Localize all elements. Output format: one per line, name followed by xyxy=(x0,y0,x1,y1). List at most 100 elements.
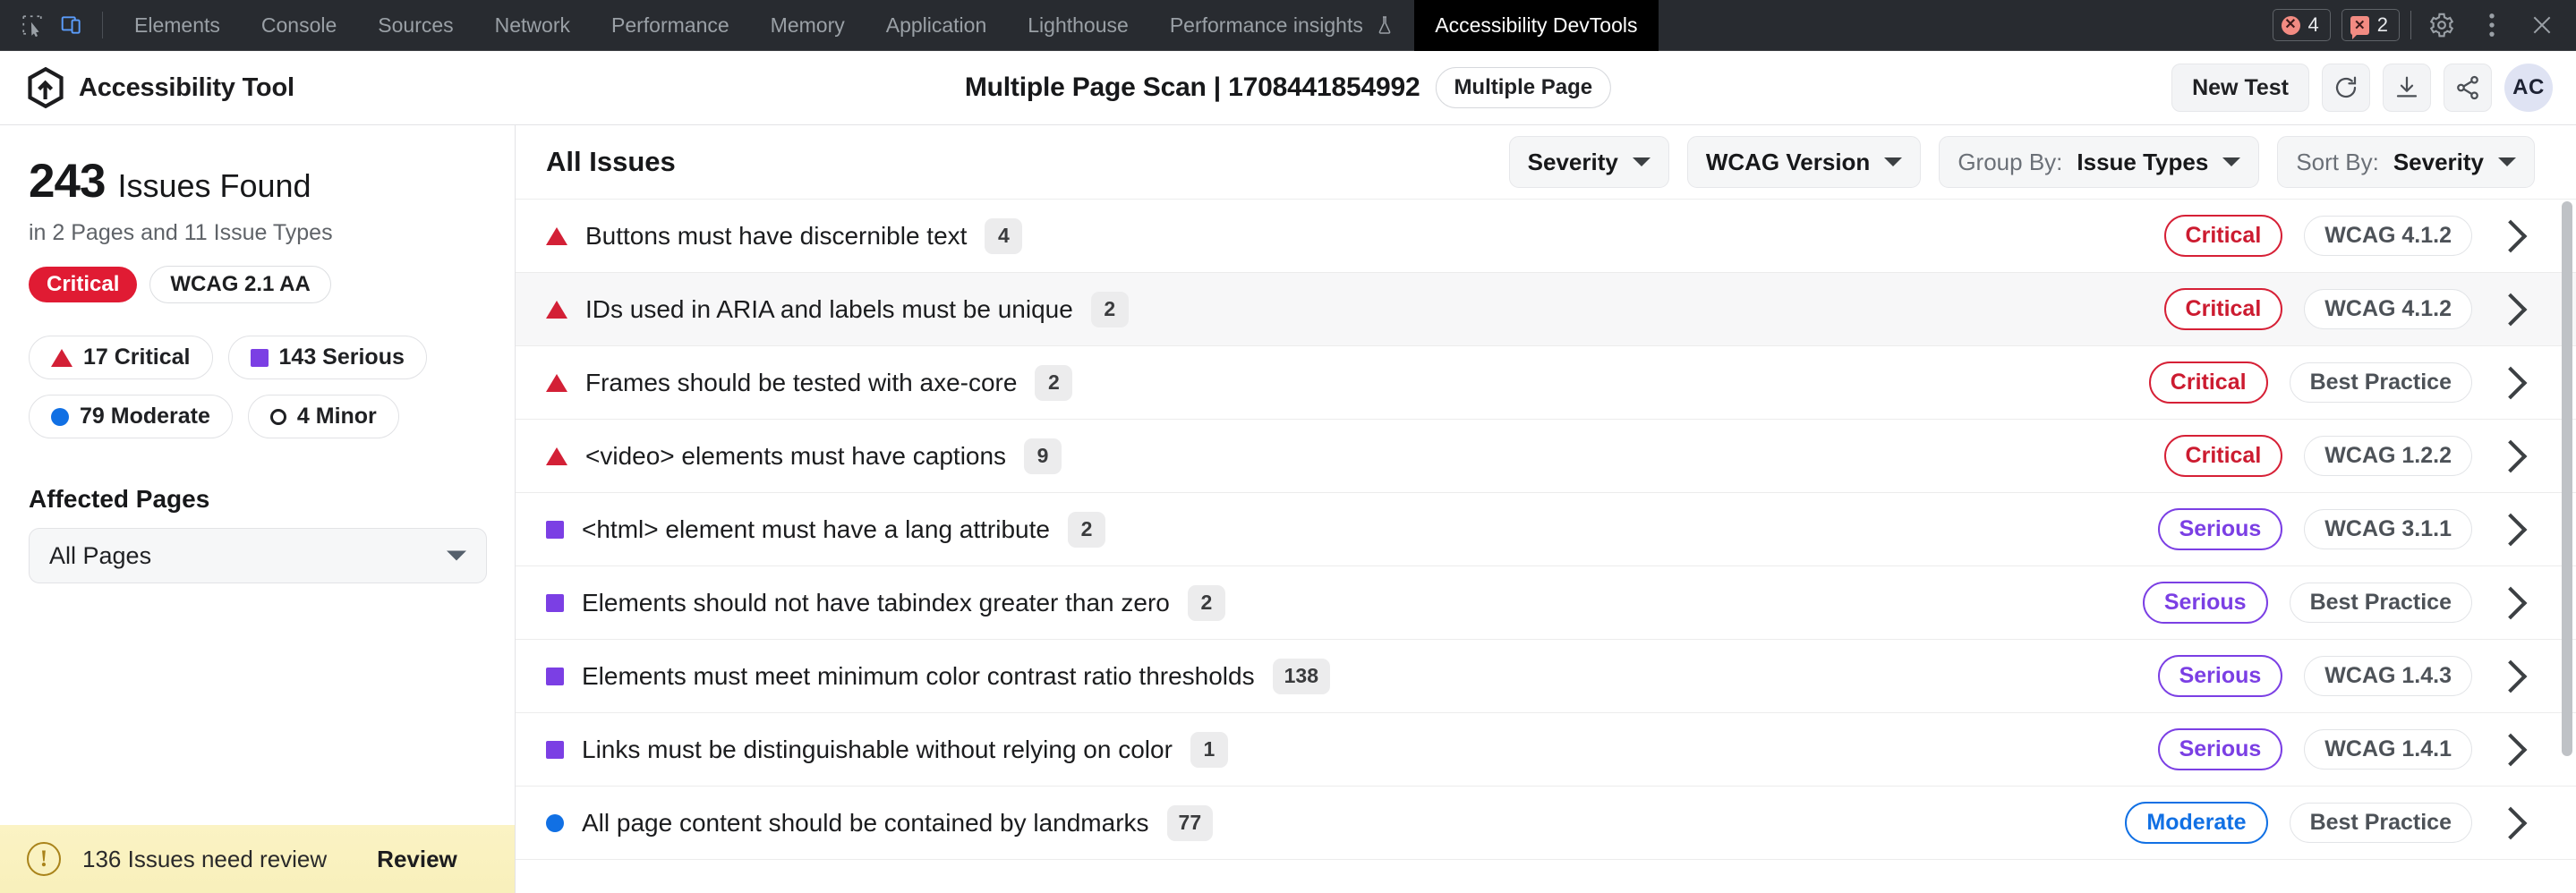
triangle-icon xyxy=(546,301,567,319)
review-text: 136 Issues need review xyxy=(82,846,327,873)
tab-application[interactable]: Application xyxy=(866,0,1008,51)
tab-network[interactable]: Network xyxy=(474,0,591,51)
avatar[interactable]: AC xyxy=(2504,64,2553,112)
severity-filter[interactable]: Severity xyxy=(1509,136,1669,188)
severity-pill-minor[interactable]: 4 Minor xyxy=(248,395,399,438)
issues-count: 243 xyxy=(29,157,105,205)
chevron-right-icon[interactable] xyxy=(2495,586,2528,619)
chevron-right-icon[interactable] xyxy=(2495,733,2528,766)
sort-by-filter[interactable]: Sort By: Severity xyxy=(2277,136,2535,188)
tab-elements[interactable]: Elements xyxy=(114,0,241,51)
severity-pill-moderate[interactable]: 79 Moderate xyxy=(29,395,233,438)
tab-label: Memory xyxy=(771,13,845,37)
table-row[interactable]: Links must be distinguishable without re… xyxy=(516,713,2576,787)
triangle-icon xyxy=(546,227,567,245)
ring-icon xyxy=(270,409,286,425)
sort-by-label: Sort By: xyxy=(2296,149,2378,176)
standard-badge: WCAG 2.1 AA xyxy=(149,266,330,303)
chevron-right-icon[interactable] xyxy=(2495,293,2528,326)
new-test-button[interactable]: New Test xyxy=(2171,64,2309,112)
chevron-down-icon xyxy=(1633,157,1651,166)
chevron-right-icon[interactable] xyxy=(2495,806,2528,839)
group-by-filter[interactable]: Group By: Issue Types xyxy=(1939,136,2259,188)
issue-title: Frames should be tested with axe-core xyxy=(585,369,1017,397)
tab-label: Lighthouse xyxy=(1028,13,1129,37)
table-row[interactable]: IDs used in ARIA and labels must be uniq… xyxy=(516,273,2576,346)
share-icon[interactable] xyxy=(2444,64,2492,112)
tab-console[interactable]: Console xyxy=(241,0,357,51)
issue-count: 2 xyxy=(1188,585,1225,621)
wcag-version-filter[interactable]: WCAG Version xyxy=(1687,136,1921,188)
close-icon[interactable] xyxy=(2522,5,2562,45)
device-toolbar-icon[interactable] xyxy=(52,5,91,45)
tab-lighthouse[interactable]: Lighthouse xyxy=(1007,0,1149,51)
refresh-icon[interactable] xyxy=(2322,64,2370,112)
body: 243 Issues Found in 2 Pages and 11 Issue… xyxy=(0,125,2576,893)
issue-meta: Critical WCAG 4.1.2 xyxy=(2164,288,2522,330)
warning-count-badge[interactable]: ✕ 2 xyxy=(2341,9,2400,41)
table-row[interactable]: <video> elements must have captions 9 Cr… xyxy=(516,420,2576,493)
warning-message-icon: ✕ xyxy=(2350,16,2369,35)
issue-meta: Moderate Best Practice xyxy=(2125,802,2522,844)
toolbar-divider xyxy=(102,12,103,38)
issue-main: Links must be distinguishable without re… xyxy=(546,732,1228,768)
square-icon xyxy=(546,594,564,612)
severity-pill-serious[interactable]: 143 Serious xyxy=(228,336,427,379)
severity-filter-value: Severity xyxy=(1528,149,1618,176)
review-banner[interactable]: ! 136 Issues need review Review xyxy=(0,825,515,893)
all-issues-title: All Issues xyxy=(546,146,676,178)
status-badge: Serious xyxy=(2158,508,2283,550)
table-row[interactable]: Elements should not have tabindex greate… xyxy=(516,566,2576,640)
severity-pill-critical[interactable]: 17 Critical xyxy=(29,336,213,379)
affected-pages-select[interactable]: All Pages xyxy=(29,528,487,583)
gear-icon[interactable] xyxy=(2422,5,2461,45)
chevron-right-icon[interactable] xyxy=(2495,366,2528,399)
circle-icon xyxy=(546,814,564,832)
table-row[interactable]: Elements must meet minimum color contras… xyxy=(516,640,2576,713)
issue-main: <video> elements must have captions 9 xyxy=(546,438,1062,474)
table-row[interactable]: <html> element must have a lang attribut… xyxy=(516,493,2576,566)
chevron-right-icon[interactable] xyxy=(2495,219,2528,252)
table-row[interactable]: Frames should be tested with axe-core 2 … xyxy=(516,346,2576,420)
kebab-menu-icon[interactable] xyxy=(2472,5,2512,45)
scrollbar-thumb[interactable] xyxy=(2562,201,2572,756)
tab-accessibility-devtools[interactable]: Accessibility DevTools xyxy=(1414,0,1658,51)
chevron-right-icon[interactable] xyxy=(2495,513,2528,546)
list-scrollbar[interactable] xyxy=(2562,200,2572,893)
severity-pill-label: 143 Serious xyxy=(279,344,405,370)
issue-meta: Serious Best Practice xyxy=(2143,582,2522,624)
status-badge: Critical xyxy=(2164,288,2283,330)
tab-label: Network xyxy=(495,13,570,37)
table-row[interactable]: All page content should be contained by … xyxy=(516,787,2576,860)
issue-main: Elements should not have tabindex greate… xyxy=(546,585,1225,621)
sort-by-value: Severity xyxy=(2393,149,2484,176)
issue-count: 2 xyxy=(1091,292,1129,327)
tab-performance[interactable]: Performance xyxy=(591,0,750,51)
chevron-right-icon[interactable] xyxy=(2495,659,2528,693)
warning-circle-icon: ! xyxy=(27,842,61,876)
download-icon[interactable] xyxy=(2383,64,2431,112)
standard-badge: WCAG 4.1.2 xyxy=(2304,216,2472,256)
review-button[interactable]: Review xyxy=(377,846,457,873)
inspect-cursor-icon[interactable] xyxy=(13,5,52,45)
issue-title: All page content should be contained by … xyxy=(582,809,1149,838)
issue-list[interactable]: Buttons must have discernible text 4 Cri… xyxy=(516,200,2576,893)
status-badge: Critical xyxy=(2164,435,2283,477)
tab-memory[interactable]: Memory xyxy=(750,0,866,51)
error-icon: ✕ xyxy=(2282,16,2300,35)
issue-meta: Critical Best Practice xyxy=(2149,361,2522,404)
flask-icon xyxy=(1376,15,1394,35)
tab-label: Sources xyxy=(378,13,453,37)
tab-sources[interactable]: Sources xyxy=(357,0,473,51)
error-count-badge[interactable]: ✕ 4 xyxy=(2273,9,2331,41)
brand: Accessibility Tool xyxy=(27,67,294,108)
table-row[interactable]: Buttons must have discernible text 4 Cri… xyxy=(516,200,2576,273)
chevron-right-icon[interactable] xyxy=(2495,439,2528,472)
issue-title: Links must be distinguishable without re… xyxy=(582,736,1173,764)
page-title: Multiple Page Scan | 1708441854992 xyxy=(965,72,1420,103)
tab-label: Performance insights xyxy=(1170,13,1363,37)
issue-meta: Serious WCAG 1.4.3 xyxy=(2158,655,2522,697)
issue-meta: Critical WCAG 4.1.2 xyxy=(2164,215,2522,257)
tab-performance-insights[interactable]: Performance insights xyxy=(1149,0,1414,51)
main-panel: All Issues Severity WCAG Version Group B… xyxy=(516,125,2576,893)
